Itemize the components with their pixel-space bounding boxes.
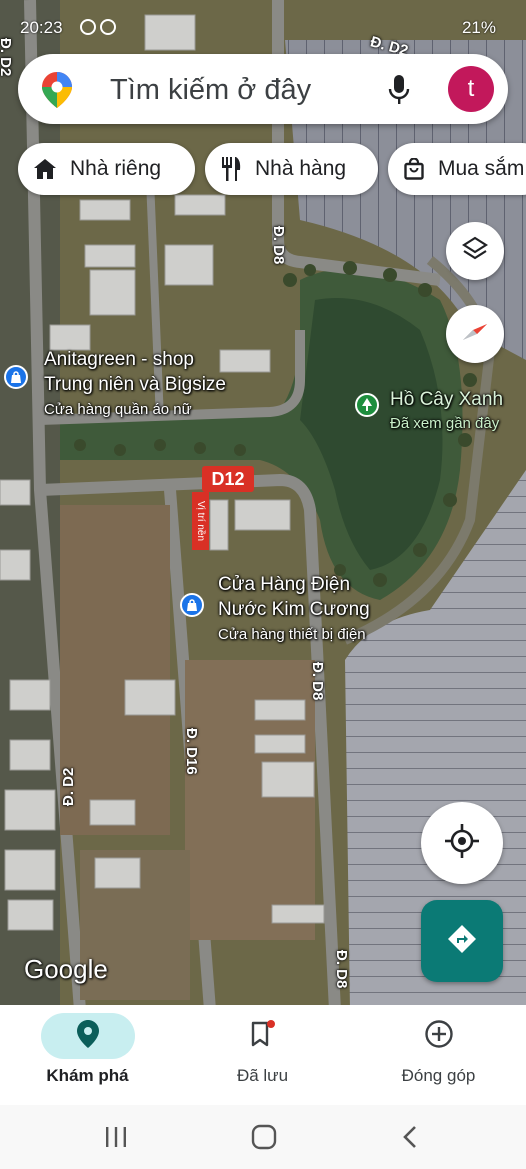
place-anitagreen-category: Cửa hàng quần áo nữ bbox=[44, 401, 192, 418]
search-bar[interactable]: Tìm kiếm ở đây t bbox=[18, 54, 508, 124]
place-anitagreen-name-1: Anitagreen - shop bbox=[44, 349, 194, 370]
place-kim-cuong-category: Cửa hàng thiết bị điện bbox=[218, 626, 366, 643]
street-label-d8-top: Đ. D8 bbox=[270, 226, 287, 265]
shopping-bag-icon bbox=[404, 158, 424, 180]
nav-explore[interactable]: Khám phá bbox=[0, 1005, 175, 1105]
nav-saved-pill bbox=[216, 1013, 310, 1059]
compass-button[interactable] bbox=[446, 305, 504, 363]
account-avatar[interactable]: t bbox=[448, 66, 494, 112]
search-input[interactable]: Tìm kiếm ở đây bbox=[110, 74, 311, 107]
system-navigation-bar bbox=[0, 1105, 526, 1169]
directions-icon bbox=[447, 924, 477, 959]
nav-saved[interactable]: Đã lưu bbox=[175, 1005, 350, 1105]
google-attribution: Google bbox=[24, 954, 108, 984]
google-maps-logo-icon bbox=[42, 72, 72, 113]
chip-label: Nhà hàng bbox=[255, 157, 347, 180]
chip-shopping[interactable]: Mua sắm bbox=[388, 143, 526, 195]
street-label-d8-mid: Đ. D8 bbox=[309, 662, 326, 701]
place-kim-cuong-name-1: Cửa Hàng Điện bbox=[218, 574, 351, 595]
recent-apps-icon[interactable] bbox=[104, 1125, 128, 1154]
nav-contribute-pill bbox=[392, 1013, 486, 1059]
tree-pin-icon[interactable] bbox=[355, 393, 379, 417]
nav-label: Khám phá bbox=[46, 1066, 129, 1085]
layers-icon bbox=[461, 236, 489, 267]
directions-button[interactable] bbox=[421, 900, 503, 982]
d12-badge: D12 bbox=[202, 466, 254, 492]
status-bar: 20:23 21% bbox=[0, 0, 526, 58]
back-icon[interactable] bbox=[400, 1125, 420, 1154]
restaurant-icon bbox=[221, 157, 241, 181]
place-anitagreen-name-2: Trung niên và Bigsize bbox=[44, 374, 227, 395]
my-location-button[interactable] bbox=[421, 802, 503, 884]
nav-label: Đóng góp bbox=[401, 1066, 476, 1085]
home-icon bbox=[34, 159, 56, 179]
street-label-d16: Đ. D16 bbox=[183, 728, 200, 775]
bookmark-icon bbox=[250, 1019, 276, 1053]
bottom-navigation: Khám phá Đã lưu Đóng góp bbox=[0, 1005, 526, 1105]
place-ho-cay-xanh-name: Hồ Cây Xanh bbox=[390, 389, 504, 410]
chip-home[interactable]: Nhà riêng bbox=[18, 143, 195, 195]
layers-button[interactable] bbox=[446, 222, 504, 280]
shopping-bag-pin-icon[interactable] bbox=[180, 593, 204, 617]
compass-icon bbox=[460, 317, 490, 352]
chip-label: Mua sắm bbox=[438, 157, 525, 180]
explore-pin-icon bbox=[77, 1019, 99, 1053]
chip-restaurant[interactable]: Nhà hàng bbox=[205, 143, 378, 195]
home-nav-icon[interactable] bbox=[251, 1124, 277, 1155]
chip-label: Nhà riêng bbox=[70, 157, 162, 180]
my-location-icon bbox=[445, 823, 479, 863]
shopping-bag-pin-icon[interactable] bbox=[4, 365, 28, 389]
battery-level: 21% bbox=[461, 18, 496, 37]
vitri-nen-label: Vị trí nền bbox=[192, 492, 209, 550]
nav-contribute[interactable]: Đóng góp bbox=[351, 1005, 526, 1105]
status-time: 20:23 bbox=[20, 18, 63, 37]
place-kim-cuong-name-2: Nước Kim Cương bbox=[218, 599, 370, 620]
nav-label: Đã lưu bbox=[236, 1066, 289, 1085]
place-ho-cay-xanh-note: Đã xem gần đây bbox=[390, 415, 500, 432]
notification-icon bbox=[100, 19, 116, 35]
notification-icon bbox=[80, 19, 96, 35]
street-label-d2-left: Đ. D2 bbox=[60, 767, 77, 806]
street-label-d8-bottom: Đ. D8 bbox=[333, 950, 350, 989]
nav-explore-pill bbox=[41, 1013, 135, 1059]
microphone-icon[interactable] bbox=[388, 75, 410, 110]
add-circle-icon bbox=[424, 1019, 454, 1054]
